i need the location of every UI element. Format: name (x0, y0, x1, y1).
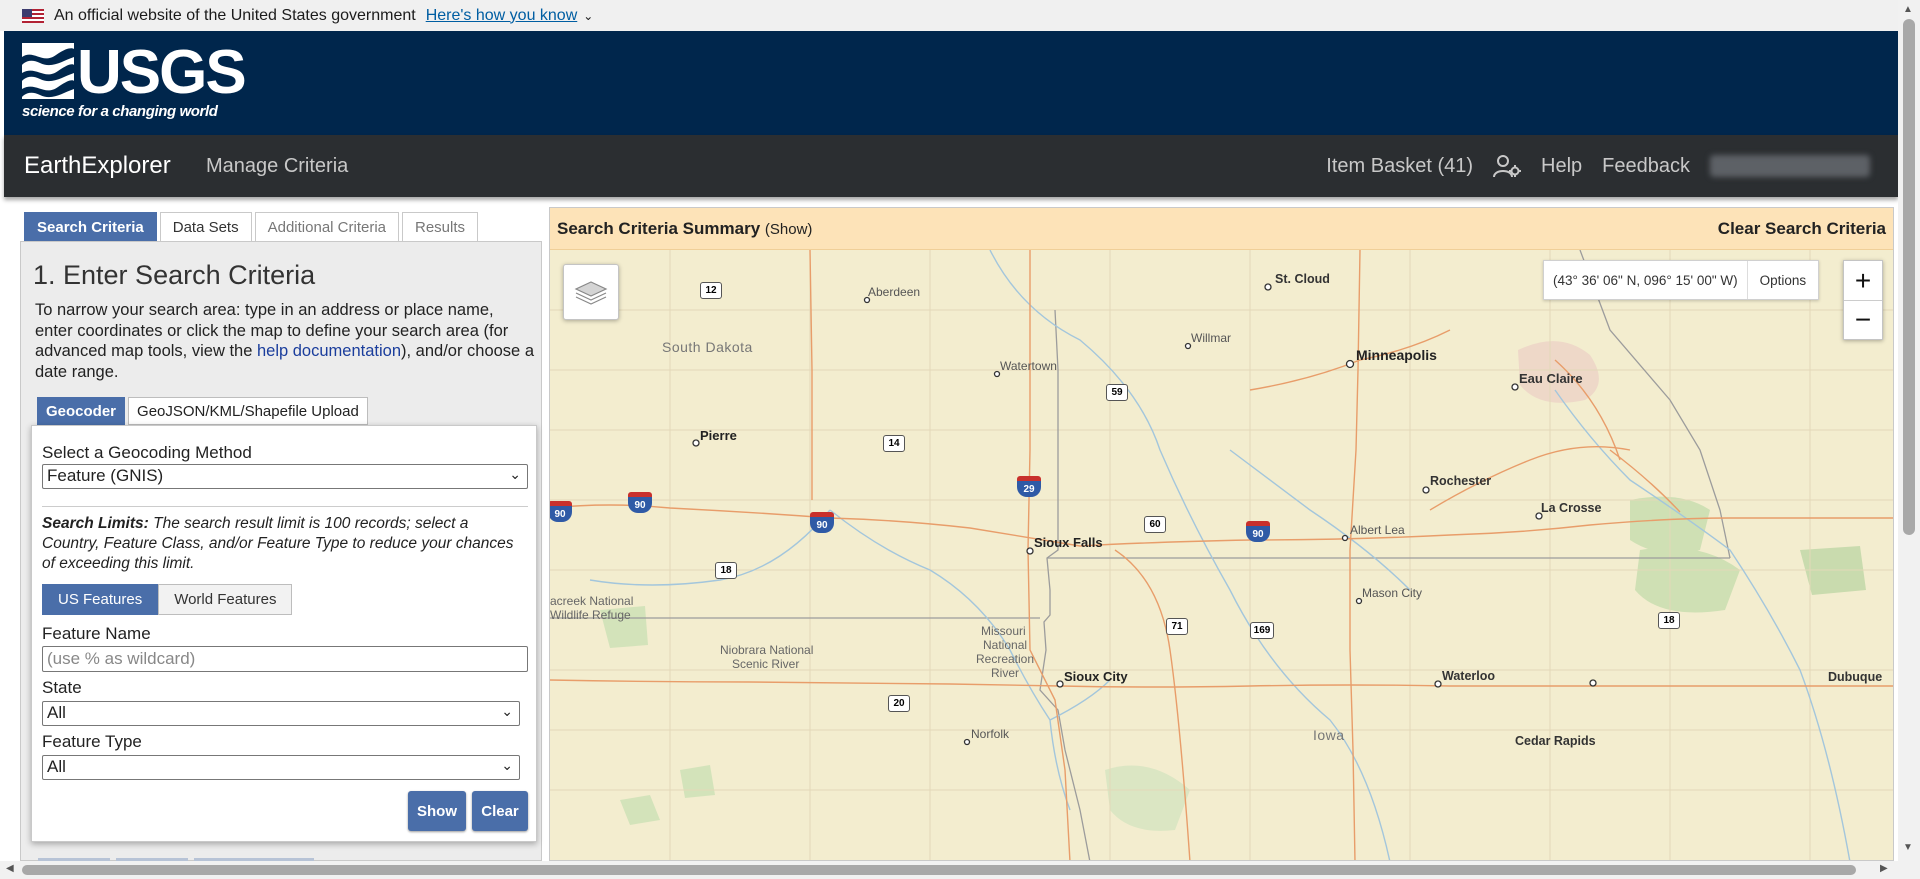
scroll-down-icon[interactable]: ▼ (1903, 842, 1913, 853)
geocoder-form: Select a Geocoding Method Feature (GNIS)… (31, 425, 537, 842)
feature-name-input[interactable]: (use % as wildcard) (42, 646, 528, 672)
search-limits-note: Search Limits: The search result limit i… (42, 514, 522, 574)
world-features-button[interactable]: World Features (158, 584, 293, 615)
zoom-out-button[interactable]: − (1844, 300, 1882, 339)
main-navbar: EarthExplorer Manage Criteria Item Baske… (4, 135, 1898, 197)
interstate-shield: 90 (1246, 521, 1270, 542)
interstate-shield: 90 (810, 512, 834, 533)
user-settings-icon[interactable] (1493, 154, 1522, 178)
vertical-scrollbar[interactable]: ▲ ▼ (1898, 0, 1920, 879)
chevron-down-icon[interactable]: ⌄ (583, 9, 593, 23)
usgs-wave-icon (22, 43, 74, 99)
state-select[interactable]: All ⌄ (42, 701, 520, 726)
us-flag-icon (22, 8, 44, 23)
scroll-left-icon[interactable]: ◀ (6, 863, 14, 874)
us-route-shield: 59 (1106, 384, 1128, 401)
us-route-shield: 12 (700, 282, 722, 299)
us-route-shield: 18 (715, 562, 737, 579)
search-criteria-panel: 1. Enter Search Criteria To narrow your … (20, 241, 542, 861)
geocoding-method-select[interactable]: Feature (GNIS) ⌄ (42, 464, 528, 489)
map-panel: Search Criteria Summary (Show) Clear Sea… (549, 207, 1894, 861)
usgs-tagline: science for a changing world (22, 103, 218, 120)
us-route-shield: 20 (888, 695, 910, 712)
tab-results[interactable]: Results (402, 212, 479, 241)
state-value: All (47, 703, 66, 722)
tab-data-sets[interactable]: Data Sets (159, 212, 252, 241)
geocoder-subtabs: Geocoder GeoJSON/KML/Shapefile Upload (37, 397, 371, 425)
subtab-geocoder[interactable]: Geocoder (37, 397, 126, 425)
geocoding-method-value: Feature (GNIS) (47, 466, 164, 485)
zoom-in-button[interactable]: + (1844, 261, 1882, 300)
interstate-shield: 90 (628, 492, 652, 513)
feature-type-label: Feature Type (42, 732, 142, 751)
vertical-scroll-thumb[interactable] (1903, 19, 1915, 535)
map-options-button[interactable]: Options (1746, 261, 1819, 299)
layers-icon (574, 281, 608, 305)
help-link[interactable]: Help (1541, 155, 1582, 178)
clear-search-criteria-button[interactable]: Clear Search Criteria (1718, 219, 1886, 239)
summary-show-toggle[interactable]: (Show) (765, 221, 813, 238)
step-title: 1. Enter Search Criteria (33, 260, 316, 290)
us-features-button[interactable]: US Features (42, 584, 159, 615)
help-documentation-link[interactable]: help documentation (257, 342, 401, 360)
search-limits-label: Search Limits: (42, 515, 149, 532)
usgs-logo[interactable]: USGS science for a changing world (22, 38, 247, 123)
tab-search-criteria[interactable]: Search Criteria (24, 212, 157, 241)
summary-title: Search Criteria Summary (557, 219, 761, 238)
interstate-shield: 90 (550, 501, 572, 522)
us-route-shield: 71 (1166, 618, 1188, 635)
site-header: USGS science for a changing world (4, 31, 1898, 135)
feature-name-label: Feature Name (42, 624, 151, 643)
feature-type-value: All (47, 757, 66, 776)
feedback-link[interactable]: Feedback (1602, 155, 1690, 178)
scroll-up-icon[interactable]: ▲ (1903, 4, 1913, 15)
manage-criteria-link[interactable]: Manage Criteria (206, 155, 348, 178)
route-shields: 12 14 18 18 20 59 60 71 169 29 90 90 90 … (550, 250, 1893, 860)
search-tabs: Search Criteria Data Sets Additional Cri… (24, 212, 481, 242)
chevron-down-icon: ⌄ (501, 703, 513, 719)
zoom-control: + − (1843, 260, 1883, 340)
earthexplorer-brand[interactable]: EarthExplorer (24, 152, 171, 180)
feature-scope-toggle: US Features World Features (42, 584, 293, 615)
search-criteria-summary-bar: Search Criteria Summary (Show) Clear Sea… (550, 208, 1893, 250)
show-button[interactable]: Show (408, 791, 466, 831)
divider (42, 506, 528, 507)
map-layers-button[interactable] (563, 264, 619, 320)
gov-banner-text: An official website of the United States… (54, 6, 416, 24)
feature-type-select[interactable]: All ⌄ (42, 755, 520, 780)
geocoding-method-label: Select a Geocoding Method (42, 443, 252, 462)
chevron-down-icon: ⌄ (509, 466, 521, 482)
us-route-shield: 14 (883, 435, 905, 452)
us-route-shield: 169 (1250, 622, 1274, 639)
scroll-right-icon[interactable]: ▶ (1880, 863, 1888, 874)
state-label: State (42, 678, 82, 697)
interstate-shield: 29 (1017, 476, 1041, 497)
item-basket-link[interactable]: Item Basket (41) (1326, 155, 1473, 178)
horizontal-scrollbar[interactable]: ◀ ▶ (0, 861, 1898, 879)
usgs-wordmark: USGS (77, 38, 247, 107)
subtab-geojson-upload[interactable]: GeoJSON/KML/Shapefile Upload (128, 397, 368, 425)
intro-text: To narrow your search area: type in an a… (35, 300, 535, 382)
us-route-shield: 60 (1144, 516, 1166, 533)
map-canvas[interactable]: St. Cloud Aberdeen South Dakota Willmar … (550, 250, 1893, 860)
coordinate-readout: (43° 36' 06" N, 096° 15' 00" W) Options (1543, 260, 1820, 300)
chevron-down-icon: ⌄ (501, 757, 513, 773)
search-criteria-summary-title: Search Criteria Summary (Show) (557, 219, 812, 239)
tab-additional-criteria[interactable]: Additional Criteria (254, 212, 399, 241)
horizontal-scroll-thumb[interactable] (22, 865, 1856, 875)
heres-how-you-know-link[interactable]: Here's how you know (426, 7, 578, 25)
user-account-link[interactable] (1710, 155, 1870, 177)
clear-button[interactable]: Clear (472, 791, 528, 831)
us-route-shield: 18 (1658, 612, 1680, 629)
coordinate-value: (43° 36' 06" N, 096° 15' 00" W) (1553, 272, 1738, 288)
gov-banner: An official website of the United States… (0, 0, 1898, 31)
